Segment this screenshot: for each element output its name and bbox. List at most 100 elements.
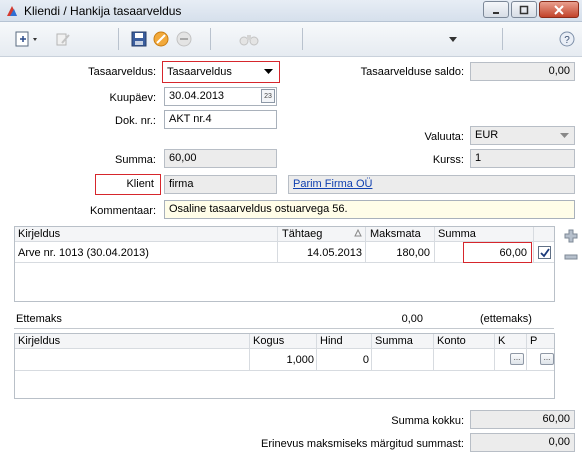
kuupaev-value: 30.04.2013 <box>169 90 225 102</box>
delete-button[interactable] <box>175 30 193 48</box>
col-maksmata[interactable]: Maksmata <box>370 228 421 240</box>
dok-field[interactable]: AKT nr.4 <box>164 110 277 129</box>
invoice-tahtaeg: 14.05.2013 <box>306 247 362 259</box>
items-header <box>15 334 554 348</box>
kuupaev-label: Kuupäev: <box>109 92 156 104</box>
col-k[interactable]: K <box>498 335 505 347</box>
k-picker-button[interactable]: ... <box>510 353 524 365</box>
minimize-icon <box>493 11 499 14</box>
col-item-kirjeldus[interactable]: Kirjeldus <box>18 335 60 347</box>
grid-divider <box>316 334 317 370</box>
add-row-button[interactable] <box>564 229 578 243</box>
edit-icon <box>56 33 70 46</box>
new-document-icon <box>15 31 37 47</box>
item-kogus[interactable]: 1,000 <box>252 354 314 366</box>
summa-kokku-field: 60,00 <box>470 410 575 429</box>
close-icon <box>554 4 564 15</box>
grid-divider <box>277 227 278 262</box>
ettemaks-label: Ettemaks <box>16 313 62 325</box>
kommentaar-field[interactable]: Osaline tasaarveldus ostuarvega 56. <box>164 200 575 219</box>
help-button[interactable]: ? <box>558 30 576 48</box>
more-dropdown-button[interactable] <box>446 30 460 48</box>
grid-divider <box>249 334 250 370</box>
col-p[interactable]: P <box>530 335 537 347</box>
window-title: Kliendi / Hankija tasaarveldus <box>24 4 182 18</box>
minimize-button[interactable] <box>483 1 509 18</box>
remove-row-button[interactable] <box>564 252 578 262</box>
col-konto[interactable]: Konto <box>437 335 466 347</box>
svg-text:?: ? <box>564 35 570 46</box>
binoculars-icon <box>239 35 259 46</box>
invoice-checkbox[interactable] <box>538 246 551 259</box>
item-hind[interactable]: 0 <box>319 354 369 366</box>
valuuta-value: EUR <box>475 129 499 141</box>
grid-divider <box>526 334 527 370</box>
ettemaks-note: (ettemaks) <box>480 313 532 325</box>
col-kirjeldus[interactable]: Kirjeldus <box>18 228 60 240</box>
cancel-button[interactable] <box>152 30 170 48</box>
chevron-down-icon <box>449 37 457 42</box>
chevron-down-icon <box>560 133 569 138</box>
valuuta-label: Valuuta: <box>424 131 464 143</box>
new-document-button[interactable] <box>14 30 40 48</box>
toolbar-separator <box>302 28 303 50</box>
erinevus-label: Erinevus maksmiseks märgitud summast: <box>261 438 464 450</box>
cancel-icon <box>153 31 169 47</box>
ellipsis-icon: ... <box>543 353 551 362</box>
app-logo-icon <box>7 6 17 16</box>
p-picker-button[interactable]: ... <box>540 353 554 365</box>
klient-label: Klient <box>95 174 161 195</box>
col-kogus[interactable]: Kogus <box>253 335 284 347</box>
summa-kokku-label: Summa kokku: <box>391 415 464 427</box>
kommentaar-label: Kommentaar: <box>89 205 156 217</box>
col-tahtaeg[interactable]: Tähtaeg <box>282 228 322 240</box>
sort-ascending-icon <box>354 229 362 237</box>
grid-divider <box>15 348 554 349</box>
kurss-field: 1 <box>470 149 575 168</box>
invoice-kirjeldus[interactable]: Arve nr. 1013 (30.04.2013) <box>18 247 149 259</box>
ellipsis-icon: ... <box>513 353 521 362</box>
save-icon <box>131 31 147 47</box>
saldo-label: Tasaarvelduse saldo: <box>360 66 464 78</box>
toolbar-separator <box>118 28 119 50</box>
saldo-field: 0,00 <box>470 62 575 81</box>
invoice-summa-field[interactable]: 60,00 <box>463 242 532 263</box>
summa-field: 60,00 <box>164 149 277 168</box>
minus-icon <box>564 254 578 260</box>
save-button[interactable] <box>130 30 148 48</box>
maximize-button[interactable] <box>511 1 537 18</box>
calendar-button[interactable]: 23 <box>261 89 275 103</box>
col-hind[interactable]: Hind <box>320 335 343 347</box>
invoice-maksmata: 180,00 <box>396 247 430 259</box>
chevron-down-icon <box>264 69 273 74</box>
valuuta-select[interactable]: EUR <box>470 126 575 145</box>
grid-divider <box>365 227 366 262</box>
tasaarveldus-value: Tasaarveldus <box>167 66 232 78</box>
col-summa[interactable]: Summa <box>438 228 476 240</box>
toolbar-separator <box>502 28 503 50</box>
maximize-icon <box>519 5 529 14</box>
grid-divider <box>15 370 554 371</box>
grid-divider <box>433 334 434 370</box>
klient-name-link[interactable]: Parim Firma OÜ <box>293 178 372 190</box>
find-button[interactable] <box>238 30 260 48</box>
help-icon: ? <box>559 31 575 47</box>
toolbar-separator <box>210 28 211 50</box>
grid-divider <box>533 227 534 262</box>
erinevus-field: 0,00 <box>470 433 575 452</box>
kurss-label: Kurss: <box>432 154 464 166</box>
ettemaks-value: 0,00 <box>401 313 423 325</box>
tasaarveldus-label: Tasaarveldus: <box>88 66 156 78</box>
divider <box>14 328 554 329</box>
summa-label: Summa: <box>115 154 156 166</box>
col-item-summa[interactable]: Summa <box>375 335 413 347</box>
tasaarveldus-select[interactable]: Tasaarveldus <box>162 61 280 83</box>
plus-icon <box>564 229 578 243</box>
grid-divider <box>434 227 435 262</box>
klient-name-field: Parim Firma OÜ <box>288 175 575 194</box>
edit-button[interactable] <box>54 30 72 48</box>
checkmark-icon <box>539 247 550 257</box>
klient-code-field: firma <box>164 175 277 194</box>
grid-divider <box>494 334 495 370</box>
close-button[interactable] <box>539 1 579 18</box>
